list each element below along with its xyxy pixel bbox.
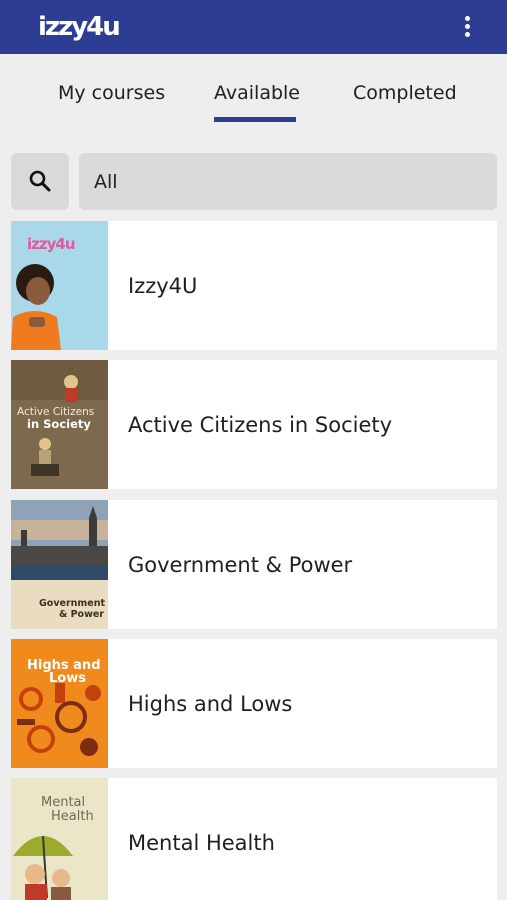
app-logo: izzy4u <box>38 12 121 42</box>
search-icon <box>29 170 51 192</box>
selected-tab-indicator <box>214 117 296 122</box>
filter-value: All <box>94 171 118 193</box>
course-thumb-text: in Society <box>27 417 91 431</box>
course-thumb-text: Government <box>39 598 106 609</box>
tab-my-courses[interactable]: My courses <box>58 80 165 106</box>
course-thumb-text: Mental <box>41 795 85 810</box>
course-card-active-citizens[interactable]: Active Citizens in Society Active Citize… <box>11 360 497 489</box>
course-title: Government & Power <box>128 553 353 577</box>
course-thumbnail: izzy4u <box>11 221 108 350</box>
course-card-mental-health[interactable]: Mental Health Mental Health <box>11 778 497 900</box>
course-thumb-logo: izzy4u <box>27 235 75 253</box>
course-thumbnail: Mental Health <box>11 778 108 900</box>
course-title: Izzy4U <box>128 274 198 298</box>
course-title: Mental Health <box>128 831 275 855</box>
course-thumb-text: & Power <box>59 609 104 620</box>
tab-available[interactable]: Available <box>214 80 300 106</box>
course-card-highs-lows[interactable]: Highs and Lows Highs and Lows <box>11 639 497 768</box>
course-card-government-power[interactable]: Government & Power Government & Power <box>11 500 497 629</box>
course-thumbnail: Government & Power <box>11 500 108 629</box>
tab-completed[interactable]: Completed <box>353 80 457 106</box>
course-thumbnail: Highs and Lows <box>11 639 108 768</box>
more-vert-icon[interactable] <box>452 10 484 44</box>
category-filter[interactable]: All <box>79 153 497 210</box>
course-title: Highs and Lows <box>128 692 293 716</box>
search-button[interactable] <box>11 153 69 210</box>
course-title: Active Citizens in Society <box>128 413 393 437</box>
course-card-izzy4u[interactable]: izzy4u Izzy4U <box>11 221 497 350</box>
course-thumb-text: Health <box>51 809 94 824</box>
app-bar: izzy4u <box>0 0 507 54</box>
course-thumb-text: Lows <box>49 671 86 686</box>
course-thumbnail: Active Citizens in Society <box>11 360 108 489</box>
